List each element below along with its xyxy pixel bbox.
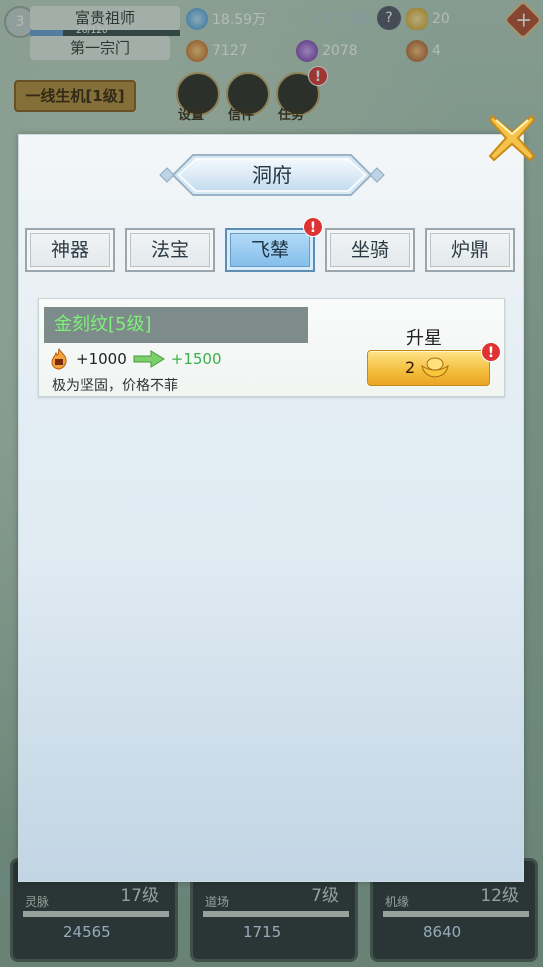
stat-next: +1500 [170,350,222,368]
stat-current: +1000 [76,350,127,368]
panel-mist-decoration [19,561,523,881]
upgrade-star-label: 升星 [406,328,442,349]
tab-flying-carriage[interactable]: 飞辇 [225,228,315,272]
item-stat-row: +1000 +1500 [48,348,222,370]
upgrade-cost: 2 [405,358,416,377]
close-icon[interactable] [486,112,538,164]
item-description: 极为坚固，价格不菲 [52,378,178,394]
tab-artifact[interactable]: 神器 [25,228,115,272]
gold-ingot-icon [421,357,449,378]
arrow-right-icon [133,350,165,368]
tab-alert-icon: ! [303,217,323,237]
tab-treasure[interactable]: 法宝 [125,228,215,272]
tab-mount[interactable]: 坐骑 [325,228,415,272]
item-name: 金刻纹[5级] [54,314,152,335]
tab-furnace[interactable]: 炉鼎 [425,228,515,272]
fire-icon [51,348,67,370]
panel-title: 洞府 [252,163,292,187]
upgrade-alert-icon: ! [481,342,501,362]
